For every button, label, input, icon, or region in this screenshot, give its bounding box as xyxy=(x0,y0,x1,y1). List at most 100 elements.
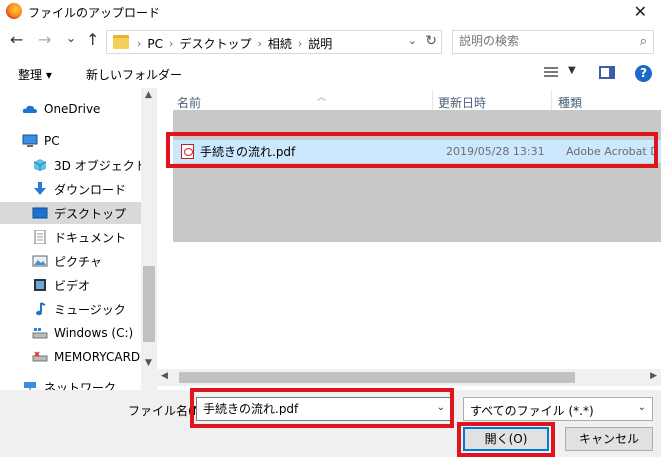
search-box[interactable]: ⌕ xyxy=(452,30,654,54)
sidebar-item-pc[interactable]: PC xyxy=(0,130,141,152)
sidebar-item-music[interactable]: ミュージック xyxy=(0,298,141,320)
sidebar-item-label: PC xyxy=(44,134,60,148)
document-icon xyxy=(34,230,46,244)
open-button[interactable]: 開く(O) xyxy=(463,427,549,451)
address-bar[interactable]: › PC › デスクトップ › 相続 › 説明 ⌄ ↻ xyxy=(106,30,442,54)
recent-locations-chevron-icon[interactable]: ⌄ xyxy=(66,30,76,46)
folder-icon xyxy=(113,35,129,49)
search-icon[interactable]: ⌕ xyxy=(640,34,647,49)
sidebar-item-label: デスクトップ xyxy=(54,206,127,221)
download-icon xyxy=(34,182,46,195)
drive-icon xyxy=(32,328,48,339)
sidebar-item-onedrive[interactable]: OneDrive xyxy=(0,98,141,120)
column-divider[interactable] xyxy=(551,90,552,112)
breadcrumb-separator: › xyxy=(137,37,142,50)
navigation-pane-scrollbar[interactable]: ▲ ▼ xyxy=(141,88,157,390)
network-icon xyxy=(24,382,36,390)
column-divider[interactable] xyxy=(432,90,433,112)
view-options-icon[interactable] xyxy=(544,67,558,79)
column-header-type[interactable]: 種類 xyxy=(558,94,582,111)
desktop-icon xyxy=(32,207,48,219)
redacted-area xyxy=(173,110,661,242)
sidebar-item-label: ネットワーク xyxy=(44,380,117,391)
navigation-pane: OneDrive PC 3D オブジェクト ダウンロード デスクトップ ドキュメ… xyxy=(0,88,157,390)
back-arrow-icon[interactable]: ← xyxy=(10,32,23,48)
column-header-label: 名前 xyxy=(177,96,202,110)
pdf-file-icon xyxy=(181,144,194,159)
file-type-filter-select[interactable]: すべてのファイル (*.*) ⌄ xyxy=(463,397,653,421)
address-dropdown-icon[interactable]: ⌄ xyxy=(408,34,417,47)
toolbar: 整理 ▾ 新しいフォルダー ▼ ? xyxy=(0,60,661,88)
picture-icon xyxy=(32,255,48,267)
refresh-icon[interactable]: ↻ xyxy=(425,33,437,49)
file-name: 手続きの流れ.pdf xyxy=(200,145,296,159)
scroll-left-icon[interactable]: ◀ xyxy=(161,371,168,381)
window-title: ファイルのアップロード xyxy=(28,6,161,20)
file-type-filter-value: すべてのファイル (*.*) xyxy=(470,404,594,418)
sidebar-item-network[interactable]: ネットワーク xyxy=(0,376,141,390)
filename-combobox[interactable]: ⌄ xyxy=(196,397,452,421)
chevron-down-icon[interactable]: ⌄ xyxy=(437,402,445,413)
column-header-date[interactable]: 更新日時 xyxy=(438,94,486,111)
sidebar-item-label: ミュージック xyxy=(54,302,126,317)
cube-icon xyxy=(33,159,47,171)
breadcrumb-separator[interactable]: › xyxy=(169,37,173,50)
breadcrumb-pc[interactable]: PC xyxy=(147,37,163,51)
filename-input[interactable] xyxy=(203,401,423,415)
forward-arrow-icon[interactable]: → xyxy=(38,32,51,48)
video-icon xyxy=(34,279,46,291)
sidebar-item-3d-objects[interactable]: 3D オブジェクト xyxy=(0,154,147,176)
file-type: Adobe Acrobat D xyxy=(566,145,659,158)
sidebar-item-videos[interactable]: ビデオ xyxy=(0,274,141,296)
scrollbar-thumb[interactable] xyxy=(179,372,575,383)
sidebar-item-windows-c[interactable]: Windows (C:) xyxy=(0,322,141,344)
close-icon[interactable]: ✕ xyxy=(634,2,647,21)
organize-menu-button[interactable]: 整理 ▾ xyxy=(18,66,52,83)
scroll-right-icon[interactable]: ▶ xyxy=(650,371,657,381)
sidebar-item-label: Windows (C:) xyxy=(54,326,134,340)
breadcrumb-desktop[interactable]: デスクトップ xyxy=(179,35,251,52)
sidebar-item-memorycard[interactable]: MEMORYCARD ( xyxy=(0,346,149,368)
sidebar-item-desktop[interactable]: デスクトップ xyxy=(0,202,141,224)
music-icon xyxy=(36,302,46,316)
breadcrumb-separator[interactable]: › xyxy=(298,37,302,50)
sidebar-item-label: ダウンロード xyxy=(54,182,127,197)
firefox-icon xyxy=(6,3,22,19)
computer-icon xyxy=(22,134,38,147)
chevron-down-icon[interactable]: ⌄ xyxy=(638,402,646,413)
help-icon[interactable]: ? xyxy=(635,65,652,82)
file-row[interactable]: 手続きの流れ.pdf 2019/05/28 13:31 Adobe Acroba… xyxy=(173,140,661,163)
breadcrumb-setsumei[interactable]: 説明 xyxy=(308,35,332,52)
sidebar-item-downloads[interactable]: ダウンロード xyxy=(0,178,141,200)
sidebar-item-pictures[interactable]: ピクチャ xyxy=(0,250,141,272)
sort-ascending-icon: ︿ xyxy=(317,93,327,103)
cancel-button[interactable]: キャンセル xyxy=(565,427,653,451)
sidebar-item-label: OneDrive xyxy=(44,102,101,116)
sidebar-item-label: ドキュメント xyxy=(54,230,127,245)
memory-card-icon xyxy=(32,351,48,362)
search-input[interactable] xyxy=(459,34,629,48)
title-bar: ファイルのアップロード ✕ xyxy=(0,0,661,26)
file-modified-date: 2019/05/28 13:31 xyxy=(446,145,545,158)
sidebar-item-label: ビデオ xyxy=(54,278,91,293)
new-folder-button[interactable]: 新しいフォルダー xyxy=(86,66,182,83)
up-arrow-icon[interactable]: ↑ xyxy=(86,32,99,48)
sidebar-item-label: MEMORYCARD ( xyxy=(54,350,149,364)
breadcrumb-separator[interactable]: › xyxy=(257,37,261,50)
column-header-name[interactable]: 名前 ︿ xyxy=(177,93,326,111)
scroll-up-icon[interactable]: ▲ xyxy=(145,90,152,100)
breadcrumb: › PC › デスクトップ › 相続 › 説明 xyxy=(137,35,332,52)
navigation-bar: ← → ⌄ ↑ › PC › デスクトップ › 相続 › 説明 ⌄ ↻ ⌕ xyxy=(0,26,661,56)
horizontal-scrollbar[interactable]: ◀ ▶ xyxy=(157,369,661,386)
scrollbar-thumb[interactable] xyxy=(143,266,155,342)
sidebar-item-label: 3D オブジェクト xyxy=(54,158,147,173)
view-dropdown-icon[interactable]: ▼ xyxy=(568,65,576,76)
scroll-down-icon[interactable]: ▼ xyxy=(145,358,152,368)
preview-pane-icon[interactable] xyxy=(599,66,615,79)
dialog-footer: ファイル名(N): ⌄ すべてのファイル (*.*) ⌄ 開く(O) キャンセル xyxy=(0,390,661,457)
sidebar-item-documents[interactable]: ドキュメント xyxy=(0,226,141,248)
breadcrumb-souzoku[interactable]: 相続 xyxy=(268,35,292,52)
file-list: 名前 ︿ 更新日時 種類 手続きの流れ.pdf 2019/05/28 13:31 … xyxy=(157,88,661,390)
sidebar-item-label: ピクチャ xyxy=(54,254,102,269)
cloud-icon xyxy=(22,105,37,113)
